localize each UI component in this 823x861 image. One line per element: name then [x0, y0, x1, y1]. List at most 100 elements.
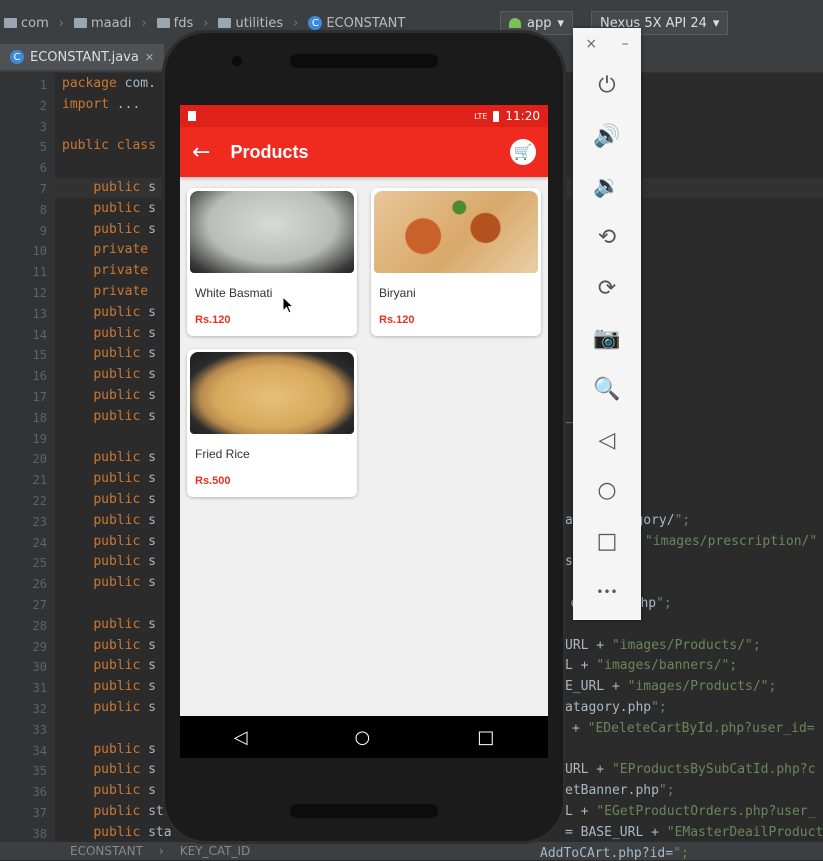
code-line[interactable]: public st — [62, 804, 163, 819]
code-line[interactable]: public sta — [62, 825, 171, 840]
code-fragment[interactable]: etBanner.php"; — [565, 783, 675, 798]
line-number: 34 — [32, 743, 47, 758]
breadcrumb-item[interactable]: fds — [153, 16, 198, 31]
code-line[interactable]: private — [62, 263, 148, 278]
battery-icon — [493, 110, 500, 122]
code-fragment[interactable]: E_URL + "images/Products/"; — [565, 679, 776, 694]
breadcrumb-item[interactable]: com — [0, 16, 53, 31]
code-fragment[interactable]: atagory.php"; — [565, 700, 667, 715]
code-line[interactable]: public s — [62, 783, 156, 798]
cart-icon[interactable]: 🛒 — [510, 139, 536, 165]
code-fragment[interactable]: + "EDeleteCartById.php?user_id= — [572, 721, 815, 736]
code-line[interactable]: import ... — [62, 97, 140, 112]
folder-icon — [156, 18, 170, 28]
code-line[interactable]: public s — [62, 222, 156, 237]
sd-card-icon — [188, 111, 196, 121]
product-name: White Basmati — [195, 286, 273, 300]
class-icon: C — [308, 16, 323, 30]
back-icon[interactable]: ◁ — [573, 415, 641, 466]
volume-up-icon[interactable]: 🔊 — [573, 111, 641, 162]
code-line[interactable]: public s — [62, 367, 156, 382]
status-class[interactable]: ECONSTANT — [70, 844, 143, 858]
product-card[interactable]: White Basmati Rs.120 — [187, 188, 357, 336]
code-line[interactable]: public s — [62, 742, 156, 757]
home-icon[interactable]: ○ — [573, 466, 641, 517]
line-number: 12 — [32, 286, 47, 300]
code-line[interactable]: public s — [62, 180, 156, 195]
code-fragment[interactable]: L + "images/banners/"; — [565, 658, 737, 673]
code-line[interactable]: package com. — [62, 76, 156, 91]
code-line[interactable]: public s — [62, 617, 156, 632]
line-number: 16 — [32, 369, 47, 384]
code-line[interactable]: public s — [62, 388, 156, 403]
code-line[interactable]: public s — [62, 201, 156, 216]
line-number: 38 — [32, 826, 47, 841]
line-number: 15 — [32, 348, 47, 363]
chevron-right-icon: › — [293, 15, 299, 31]
line-number: 25 — [32, 556, 47, 571]
line-number: 31 — [32, 681, 47, 696]
code-line[interactable]: public s — [62, 575, 156, 590]
overview-icon[interactable]: □ — [573, 516, 641, 567]
close-icon[interactable]: × — [585, 36, 597, 52]
code-line[interactable]: public s — [62, 450, 156, 465]
code-line[interactable]: public s — [62, 762, 156, 777]
back-arrow-icon[interactable]: ← — [192, 140, 210, 165]
code-line[interactable]: public s — [62, 700, 156, 715]
code-line[interactable]: public class — [62, 138, 156, 153]
editor-tab[interactable]: C ECONSTANT.java ✕ — [0, 44, 165, 70]
code-line[interactable]: public s — [62, 638, 156, 653]
ide-status-bar: ECONSTANT › KEY_CAT_ID — [0, 842, 823, 860]
code-fragment[interactable]: URL + "EProductsBySubCatId.php?c — [565, 762, 815, 777]
code-line[interactable]: public s — [62, 409, 156, 424]
code-line[interactable]: public s — [62, 513, 156, 528]
rotate-right-icon[interactable]: ⟳ — [573, 263, 641, 314]
page-title: Products — [230, 141, 309, 162]
rotate-left-icon[interactable]: ⟲ — [573, 212, 641, 263]
code-line[interactable]: public s — [62, 326, 156, 341]
close-icon[interactable]: ✕ — [145, 51, 154, 64]
zoom-icon[interactable]: 🔍 — [573, 364, 641, 415]
nav-recents-button[interactable]: □ — [477, 727, 494, 748]
status-field[interactable]: KEY_CAT_ID — [180, 844, 251, 858]
code-fragment[interactable]: L + "EGetProductOrders.php?user_ — [565, 804, 815, 819]
line-number: 1 — [39, 78, 47, 92]
line-number: 29 — [32, 639, 47, 654]
phone-frame: LTE 11:20 ← Products 🛒 White Basmati Rs.… — [162, 30, 566, 844]
code-fragment[interactable]: "images/prescription/" — [645, 534, 817, 549]
breadcrumb-item[interactable]: maadi — [70, 16, 135, 31]
minimize-icon[interactable]: – — [622, 36, 629, 52]
power-icon[interactable]: ⏻ — [573, 60, 641, 111]
emulator-toolbar-header: × – — [573, 28, 641, 60]
code-fragment[interactable]: URL + "images/Products/"; — [565, 638, 761, 653]
camera-icon[interactable]: 📷 — [573, 313, 641, 364]
network-indicator: LTE — [474, 111, 488, 121]
chevron-right-icon: › — [58, 15, 64, 31]
line-number: 19 — [32, 431, 47, 446]
product-card[interactable]: Fried Rice Rs.500 — [187, 349, 357, 497]
code-fragment[interactable]: AddToCArt.php?id="; — [540, 846, 689, 861]
breadcrumb-item[interactable]: utilities — [214, 16, 287, 31]
product-card[interactable]: Biryani Rs.120 — [371, 188, 541, 336]
code-line[interactable]: public s — [62, 346, 156, 361]
device-screen[interactable]: LTE 11:20 ← Products 🛒 White Basmati Rs.… — [180, 105, 548, 758]
line-number: 6 — [39, 161, 47, 176]
code-line[interactable]: public s — [62, 554, 156, 569]
breadcrumb-item[interactable]: C ECONSTANT — [304, 16, 409, 31]
code-line[interactable]: private — [62, 284, 148, 299]
volume-down-icon[interactable]: 🔉 — [573, 161, 641, 212]
nav-back-button[interactable]: ◁ — [234, 727, 248, 748]
more-icon[interactable]: ••• — [573, 567, 641, 618]
line-number: 9 — [39, 223, 47, 238]
nav-home-button[interactable]: ○ — [355, 727, 371, 748]
code-line[interactable]: public s — [62, 679, 156, 694]
code-line[interactable]: public s — [62, 471, 156, 486]
code-line[interactable]: public s — [62, 305, 156, 320]
code-line[interactable]: public s — [62, 658, 156, 673]
code-line[interactable]: public s — [62, 534, 156, 549]
code-fragment[interactable]: = BASE_URL + "EMasterDeailProduct — [565, 825, 823, 840]
code-line[interactable]: public s — [62, 492, 156, 507]
class-icon: C — [10, 50, 24, 64]
code-line[interactable]: private — [62, 242, 148, 257]
chevron-right-icon: › — [158, 844, 164, 858]
